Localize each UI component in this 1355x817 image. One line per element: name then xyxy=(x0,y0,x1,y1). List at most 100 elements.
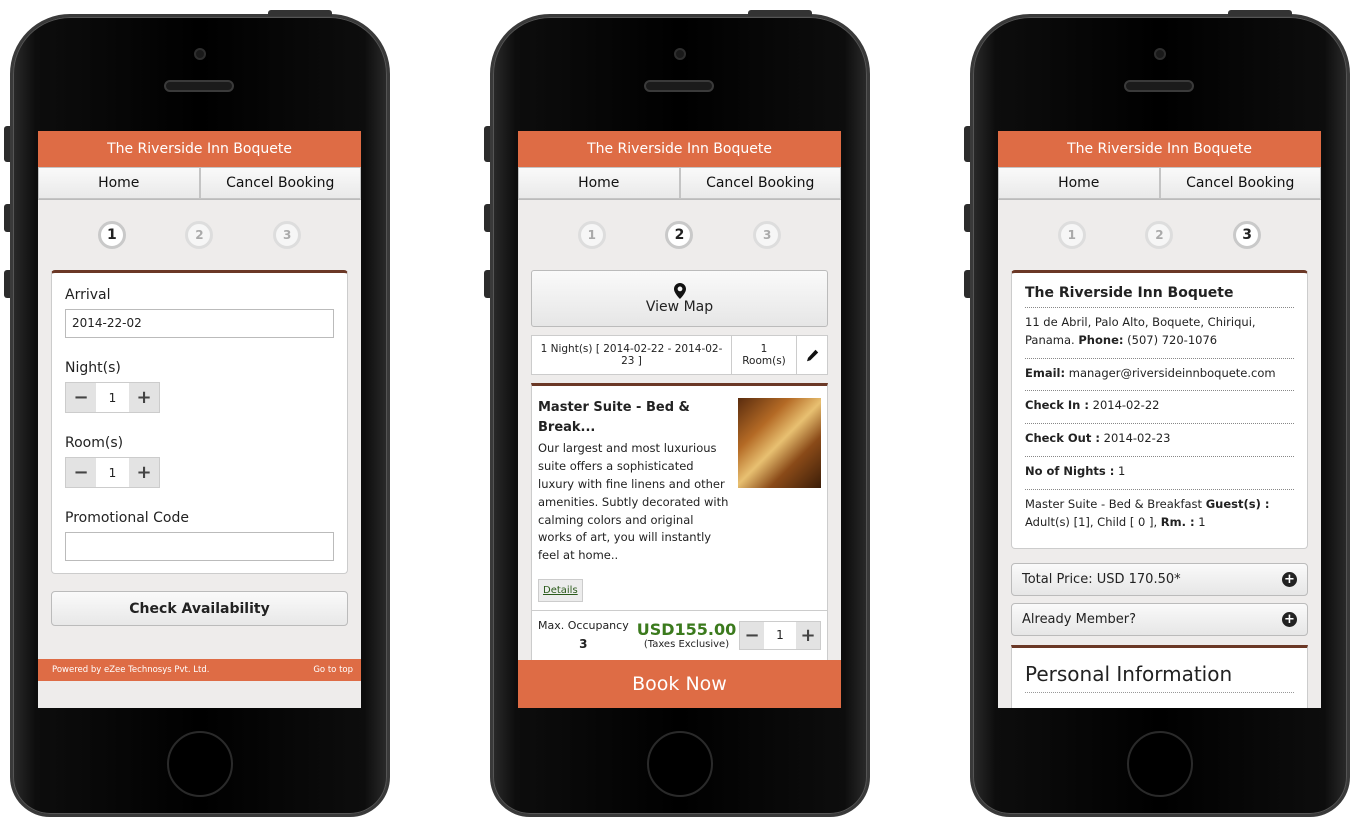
max-occupancy-value: 3 xyxy=(579,636,588,651)
nights-value[interactable]: 1 xyxy=(96,383,129,412)
book-now-button[interactable]: Book Now xyxy=(518,660,841,708)
nights-plus-button[interactable]: + xyxy=(129,383,159,412)
phone-label: Phone: xyxy=(1078,332,1124,347)
room-photo[interactable] xyxy=(738,398,821,488)
email-value: manager@riversideinnboquete.com xyxy=(1068,365,1276,380)
total-price-accordion[interactable]: Total Price: USD 170.50* + xyxy=(1011,562,1308,596)
checkout-label: Check Out : xyxy=(1025,431,1100,446)
edit-search-button[interactable] xyxy=(797,336,827,374)
rooms-minus-button[interactable]: − xyxy=(66,458,96,487)
room-title[interactable]: Master Suite - Bed & Break... xyxy=(538,398,730,438)
home-hardware-button[interactable] xyxy=(647,731,713,797)
booking-summary: The Riverside Inn Boquete 11 de Abril, P… xyxy=(1011,270,1308,549)
app-header: The Riverside Inn Boquete xyxy=(518,131,841,167)
promo-code-input[interactable] xyxy=(65,532,334,561)
rm-value: 1 xyxy=(1198,514,1206,529)
nav-home[interactable]: Home xyxy=(518,167,680,199)
max-occupancy-label: Max. Occupancy xyxy=(538,619,629,633)
screen-rooms: The Riverside Inn Boquete Home Cancel Bo… xyxy=(518,131,841,708)
step-indicator: 1 2 3 xyxy=(998,200,1321,270)
pencil-icon xyxy=(806,349,818,361)
step-indicator: 1 2 3 xyxy=(38,200,361,270)
rooms-value[interactable]: 1 xyxy=(96,458,129,487)
view-map-label: View Map xyxy=(645,298,714,315)
view-map-button[interactable]: View Map xyxy=(531,270,828,327)
checkin-label: Check In : xyxy=(1025,398,1089,413)
arrival-label: Arrival xyxy=(65,287,111,303)
speaker-grille xyxy=(1124,80,1194,92)
stay-summary-bar: 1 Night(s) [ 2014-02-22 - 2014-02-23 ] 1… xyxy=(531,335,828,375)
speaker-grille xyxy=(164,80,234,92)
nav-bar: Home Cancel Booking xyxy=(38,167,361,200)
nav-bar: Home Cancel Booking xyxy=(518,167,841,200)
price-value: USD155.00 xyxy=(636,620,737,640)
room-booking-row: Max. Occupancy 3 USD155.00 (Taxes Exclus… xyxy=(532,609,827,660)
room-card: Master Suite - Bed & Break... Our larges… xyxy=(531,383,828,661)
guests-value: Adult(s) [1], Child [ 0 ], xyxy=(1025,514,1158,529)
rooms-plus-button[interactable]: + xyxy=(129,458,159,487)
screen-search: The Riverside Inn Boquete Home Cancel Bo… xyxy=(38,131,361,708)
nights-count-label: No of Nights : xyxy=(1025,464,1115,479)
home-hardware-button[interactable] xyxy=(1127,731,1193,797)
app-header: The Riverside Inn Boquete xyxy=(998,131,1321,167)
screen-checkout: The Riverside Inn Boquete Home Cancel Bo… xyxy=(998,131,1321,708)
room-price: USD155.00 (Taxes Exclusive) xyxy=(637,620,737,650)
check-availability-button[interactable]: Check Availability xyxy=(51,591,348,626)
checkin-value: 2014-02-22 xyxy=(1092,398,1160,413)
address-row: 11 de Abril, Palo Alto, Boquete, Chiriqu… xyxy=(1025,308,1294,359)
go-to-top-link[interactable]: Go to top xyxy=(313,665,353,675)
step-3: 3 xyxy=(273,221,302,249)
nights-row: No of Nights : 1 xyxy=(1025,457,1294,490)
footer-powered-by[interactable]: Powered by eZee Technosys Pvt. Ltd. xyxy=(52,665,209,675)
qty-minus-button[interactable]: − xyxy=(740,621,764,649)
phone-value: (507) 720-1076 xyxy=(1127,332,1218,347)
nav-home[interactable]: Home xyxy=(38,167,200,199)
nights-stepper: − 1 + xyxy=(65,382,160,413)
personal-info-heading: Personal Information xyxy=(1025,662,1294,693)
camera-icon xyxy=(674,48,686,60)
nights-label: Night(s) xyxy=(65,360,121,376)
nav-cancel-booking[interactable]: Cancel Booking xyxy=(679,167,841,199)
map-marker-icon xyxy=(673,282,686,299)
stay-dates: 1 Night(s) [ 2014-02-22 - 2014-02-23 ] xyxy=(532,336,732,374)
details-link[interactable]: Details xyxy=(538,578,583,602)
nav-bar: Home Cancel Booking xyxy=(998,167,1321,200)
checkin-row: Check In : 2014-02-22 xyxy=(1025,391,1294,425)
nav-home[interactable]: Home xyxy=(998,167,1160,199)
email-label: Email: xyxy=(1025,365,1066,380)
home-hardware-button[interactable] xyxy=(167,731,233,797)
step-3: 3 xyxy=(1233,221,1262,249)
nights-count-value: 1 xyxy=(1118,464,1126,479)
email-row: Email: manager@riversideinnboquete.com xyxy=(1025,359,1294,392)
max-occupancy: Max. Occupancy 3 xyxy=(538,618,629,653)
camera-icon xyxy=(194,48,206,60)
app-header: The Riverside Inn Boquete xyxy=(38,131,361,167)
step-indicator: 1 2 3 xyxy=(518,200,841,270)
nights-minus-button[interactable]: − xyxy=(66,383,96,412)
rooms-label: Room(s) xyxy=(65,435,124,451)
already-member-accordion[interactable]: Already Member? + xyxy=(1011,602,1308,636)
plus-circle-icon: + xyxy=(1282,611,1297,627)
checkout-value: 2014-02-23 xyxy=(1103,431,1171,446)
promo-label: Promotional Code xyxy=(65,510,189,526)
room-qty-stepper: − 1 + xyxy=(739,620,821,650)
nav-cancel-booking[interactable]: Cancel Booking xyxy=(1159,167,1321,199)
plus-circle-icon: + xyxy=(1282,571,1297,587)
tax-note: (Taxes Exclusive) xyxy=(643,639,730,651)
rm-label: Rm. : xyxy=(1160,514,1195,529)
arrival-input[interactable]: 2014-22-02 xyxy=(65,309,334,338)
rooms-count: 1 Room(s) xyxy=(732,336,797,374)
room-name: Master Suite - Bed & Breakfast xyxy=(1025,496,1203,511)
rooms-stepper: − 1 + xyxy=(65,457,160,488)
guests-label: Guest(s) : xyxy=(1205,496,1270,511)
qty-value[interactable]: 1 xyxy=(764,621,796,649)
already-member: Already Member? xyxy=(1022,611,1136,627)
footer-bar: Powered by eZee Technosys Pvt. Ltd. Go t… xyxy=(38,659,361,681)
search-form: Arrival 2014-22-02 Night(s) − 1 + Room(s… xyxy=(51,270,348,574)
step-3: 3 xyxy=(753,221,782,249)
step-1: 1 xyxy=(97,221,126,249)
qty-plus-button[interactable]: + xyxy=(796,621,820,649)
nav-cancel-booking[interactable]: Cancel Booking xyxy=(199,167,361,199)
phone-frame-2: The Riverside Inn Boquete Home Cancel Bo… xyxy=(484,10,870,817)
personal-info-section: Personal Information xyxy=(1011,644,1308,708)
